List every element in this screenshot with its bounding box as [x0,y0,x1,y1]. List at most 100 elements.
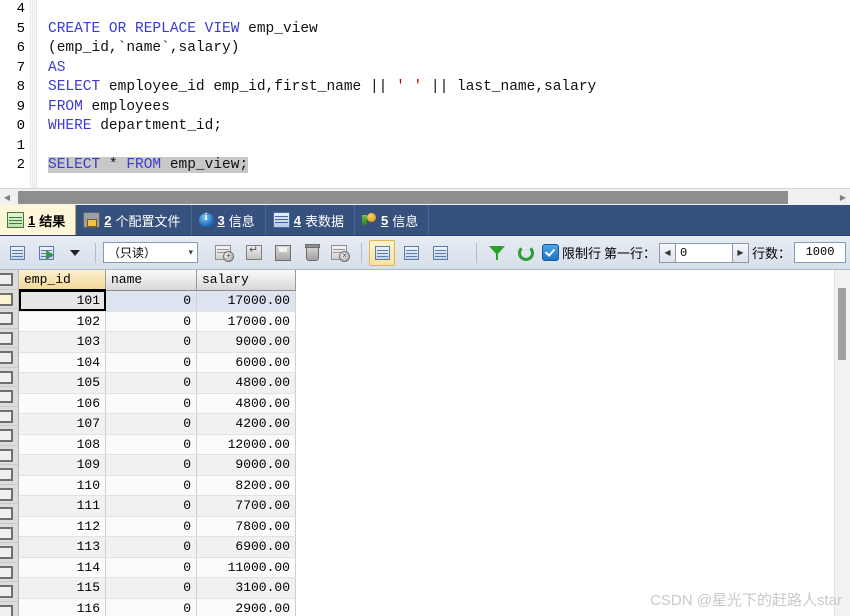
cell-salary[interactable]: 7700.00 [196,495,296,517]
cell-salary[interactable]: 12000.00 [196,434,296,455]
view-form-button[interactable] [398,240,424,266]
row-selector[interactable] [0,348,18,368]
cell-name[interactable]: 0 [105,495,197,517]
row-selector[interactable] [0,543,18,563]
cell-name[interactable]: 0 [105,454,197,476]
table-row[interactable]: 105 0 4800.00 [19,372,296,394]
cell-emp_id[interactable]: 112 [19,516,106,537]
next-arrow-icon[interactable]: ▶ [731,242,749,263]
row-selector[interactable] [0,368,18,387]
cell-name[interactable]: 0 [105,434,197,455]
row-selector[interactable] [0,524,18,543]
cell-salary[interactable]: 17000.00 [196,311,296,332]
cell-emp_id[interactable]: 105 [19,372,106,394]
cell-name[interactable]: 0 [105,516,197,537]
cell-salary[interactable]: 7800.00 [196,516,296,537]
cell-salary[interactable]: 9000.00 [196,454,296,476]
code-line[interactable]: SELECT * FROM emp_view; [38,156,850,176]
refresh-button[interactable] [513,240,539,266]
row-selector[interactable] [0,387,18,407]
tab-3[interactable]: 3信息 [192,205,266,235]
grid-export-button[interactable] [33,240,59,266]
table-row[interactable]: 113 0 6900.00 [19,536,296,558]
cell-salary[interactable]: 8200.00 [196,475,296,496]
view-text-button[interactable] [427,240,453,266]
cell-name[interactable]: 0 [105,413,197,435]
cell-name[interactable]: 0 [105,331,197,353]
cell-salary[interactable]: 11000.00 [196,557,296,578]
code-line[interactable] [38,0,850,20]
row-selector[interactable] [0,290,18,309]
code-line[interactable] [38,137,850,157]
cell-emp_id[interactable]: 113 [19,536,106,558]
column-header-emp_id[interactable]: emp_id [19,270,106,291]
filter-button[interactable] [484,240,510,266]
cell-name[interactable]: 0 [105,536,197,558]
code-line[interactable]: CREATE OR REPLACE VIEW emp_view [38,20,850,40]
table-row[interactable]: 115 0 3100.00 [19,577,296,599]
code-line[interactable]: WHERE department_id; [38,117,850,137]
row-selector-column[interactable] [0,270,19,616]
cell-name[interactable]: 0 [105,393,197,414]
save-record-button[interactable] [270,240,296,266]
cell-emp_id[interactable]: 110 [19,475,106,496]
table-row[interactable]: 101 0 17000.00 [19,290,296,312]
cell-emp_id[interactable]: 102 [19,311,106,332]
cell-name[interactable]: 0 [105,557,197,578]
cell-salary[interactable]: 6000.00 [196,352,296,373]
first-row-spinner[interactable]: ◀ 0 ▶ [658,242,749,263]
table-row[interactable]: 103 0 9000.00 [19,331,296,353]
checkbox-checked-icon[interactable] [541,244,559,261]
grid-button[interactable] [4,240,30,266]
cell-emp_id[interactable]: 109 [19,454,106,476]
row-selector[interactable] [0,446,18,465]
table-row[interactable]: 114 0 11000.00 [19,557,296,578]
table-row[interactable]: 106 0 4800.00 [19,393,296,414]
column-header-name[interactable]: name [105,270,197,291]
cell-emp_id[interactable]: 108 [19,434,106,455]
table-row[interactable]: 102 0 17000.00 [19,311,296,332]
table-row[interactable]: 104 0 6000.00 [19,352,296,373]
cell-emp_id[interactable]: 101 [19,290,106,312]
grid-vertical-scrollbar[interactable] [834,270,850,616]
cell-emp_id[interactable]: 114 [19,557,106,578]
row-selector-header[interactable] [0,270,18,290]
table-row[interactable]: 110 0 8200.00 [19,475,296,496]
cell-name[interactable]: 0 [105,475,197,496]
cell-name[interactable]: 0 [105,290,197,312]
cell-name[interactable]: 0 [105,598,197,616]
table-row[interactable]: 111 0 7700.00 [19,495,296,517]
row-selector[interactable] [0,563,18,582]
cell-emp_id[interactable]: 106 [19,393,106,414]
row-selector[interactable] [0,465,18,485]
cell-name[interactable]: 0 [105,372,197,394]
table-body[interactable]: 101 0 17000.00 102 0 17000.00 103 0 9000.00 104 0 6… [19,290,296,616]
cell-salary[interactable]: 9000.00 [196,331,296,353]
row-selector[interactable] [0,426,18,446]
row-selector[interactable] [0,504,18,524]
row-selector[interactable] [0,329,18,348]
data-toolbar[interactable]: （只读） ▾ + × [0,236,850,270]
cell-emp_id[interactable]: 103 [19,331,106,353]
row-selector[interactable] [0,485,18,504]
cell-name[interactable]: 0 [105,311,197,332]
scroll-right-icon[interactable]: ▶ [836,189,850,206]
tab-5[interactable]: 5 信息 [355,205,430,235]
code-line[interactable]: AS [38,59,850,79]
hscroll-thumb[interactable] [18,191,788,204]
result-table[interactable]: emp_id name salary 101 0 17000.00 102 0 17000.0… [19,270,296,616]
code-line[interactable]: (emp_id,`name`,salary) [38,39,850,59]
row-selector[interactable] [0,309,18,329]
cancel-record-button[interactable]: × [328,240,354,266]
result-tabstrip[interactable]: 1结果2个配置文件3信息4表数据5信息 [0,205,850,236]
table-row[interactable]: 108 0 12000.00 [19,434,296,455]
cell-emp_id[interactable]: 111 [19,495,106,517]
row-selector[interactable] [0,582,18,602]
cell-emp_id[interactable]: 107 [19,413,106,435]
sql-editor[interactable]: 4 5 6 7 8 9 0 1 2 CREATE OR REPLACE VIEW emp_vie… [0,0,850,188]
first-row-input[interactable]: 0 [675,242,732,263]
code-line[interactable]: FROM employees [38,98,850,118]
row-selector[interactable] [0,602,18,616]
sql-code-area[interactable]: CREATE OR REPLACE VIEW emp_view (emp_id,`… [38,0,850,188]
tab-1[interactable]: 1 结果 [0,205,77,235]
